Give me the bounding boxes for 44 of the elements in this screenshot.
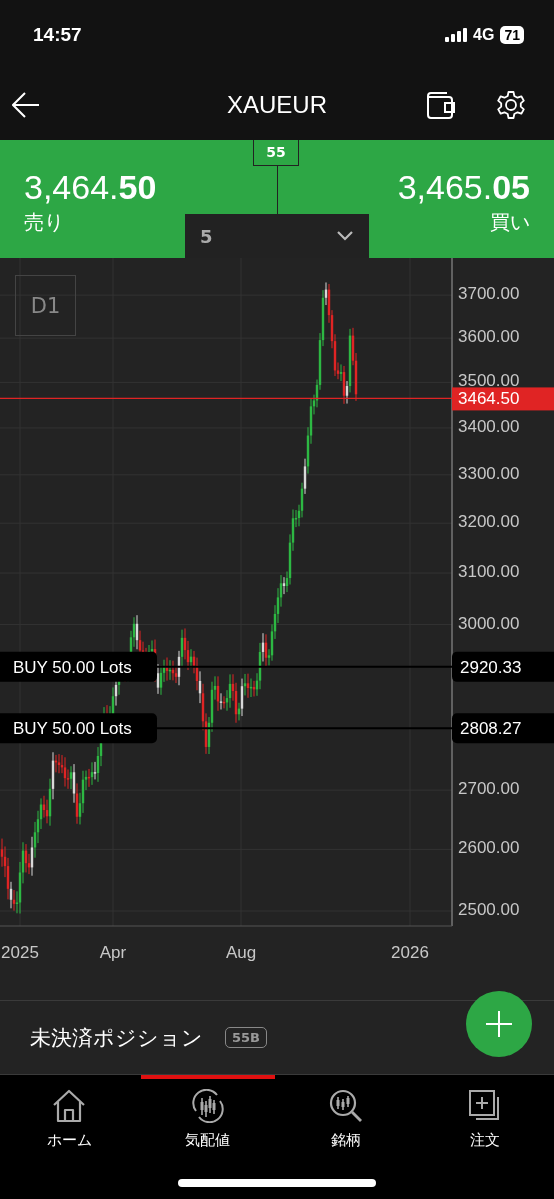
order-price-label: 2920.33 [452, 651, 554, 682]
settings-icon[interactable] [496, 90, 526, 120]
date-axis-label: 2025 [1, 943, 39, 962]
price-axis-label: 2700.00 [458, 779, 520, 799]
status-time: 14:57 [33, 24, 82, 46]
wallet-icon[interactable] [426, 91, 456, 119]
order-label[interactable]: BUY 50.00 Lots [0, 713, 157, 744]
price-axis-label: 2500.00 [458, 900, 520, 919]
nav-tab[interactable]: 注文 [417, 1075, 552, 1158]
price-axis-label: 3700.00 [458, 284, 520, 304]
battery-level: 71 [500, 26, 524, 44]
lot-dropdown[interactable]: 5 [185, 214, 369, 258]
spread-badge: 55 [253, 140, 299, 166]
search-chart-icon [329, 1089, 364, 1123]
date-axis-label: 2026 [391, 943, 429, 962]
price-axis-label: 3400.00 [458, 416, 520, 436]
candle-refresh-icon [190, 1089, 225, 1123]
price-axis-label: 3000.00 [458, 613, 520, 633]
order-label[interactable]: BUY 50.00 Lots [0, 651, 157, 682]
symbol-title: XAUEUR [227, 91, 327, 119]
nav-tab[interactable]: 気配値 [140, 1075, 275, 1158]
signal-icon [445, 28, 468, 42]
back-icon[interactable] [12, 92, 40, 118]
timeframe-button[interactable]: D1 [15, 275, 76, 336]
nav-tab[interactable]: 銘柄 [279, 1075, 414, 1158]
date-axis-label: Apr [99, 943, 127, 962]
plus-icon [486, 1011, 512, 1037]
price-axis-label: 2600.00 [458, 838, 520, 858]
home-icon [52, 1089, 87, 1123]
date-axis-label: Aug [225, 943, 257, 962]
network-label: 4G [473, 26, 495, 44]
chevron-down-icon [337, 231, 353, 241]
price-axis-label: 3200.00 [458, 512, 520, 532]
positions-title[interactable]: 未決済ポジション [30, 1023, 203, 1052]
price-axis-label: 3300.00 [458, 463, 520, 483]
order-price-label: 2808.27 [452, 713, 554, 744]
current-price-label: 3464.50 [452, 387, 554, 411]
add-order-icon [467, 1089, 502, 1123]
sell-label: 売り [24, 209, 64, 236]
price-axis-label: 3600.00 [458, 327, 520, 347]
buy-label: 買い [490, 209, 530, 236]
positions-count-badge: 55B [225, 1027, 267, 1048]
price-axis-label: 3100.00 [458, 562, 520, 582]
nav-tab[interactable]: ホーム [2, 1075, 137, 1158]
